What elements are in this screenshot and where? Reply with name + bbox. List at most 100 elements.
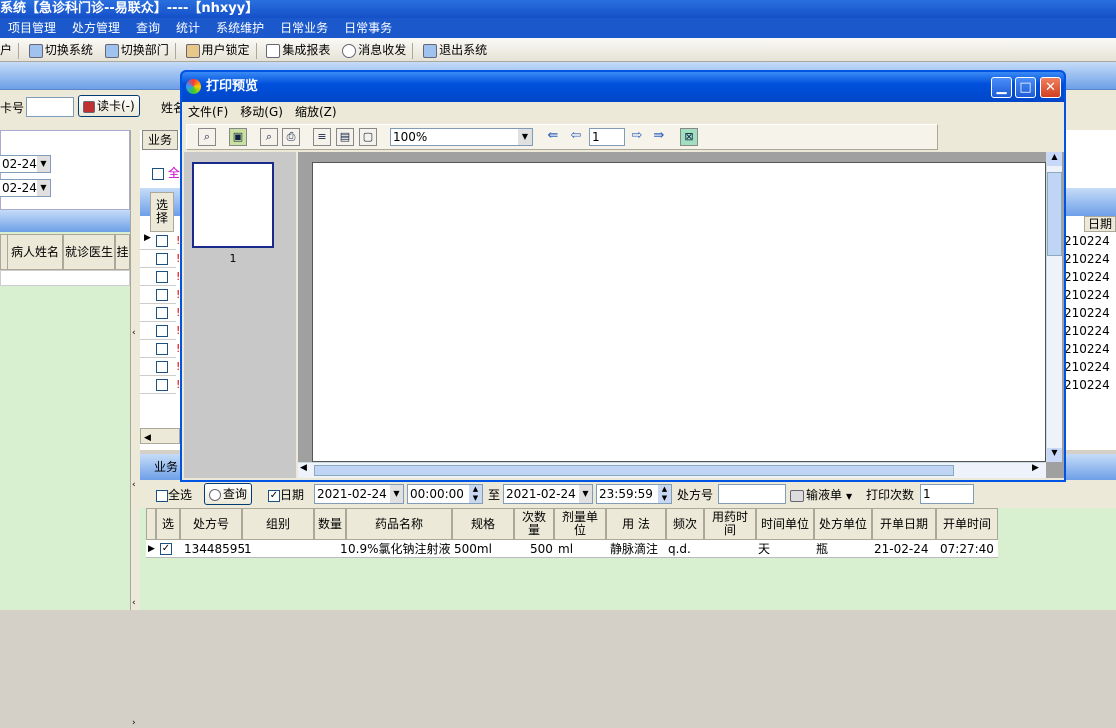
user-lock-button[interactable]: 用户锁定: [182, 38, 254, 62]
menu-item-daily-business[interactable]: 日常业务: [272, 18, 336, 38]
select-all-checkbox[interactable]: 全选: [156, 486, 192, 503]
scroll-thumb-h[interactable]: [314, 465, 954, 476]
spinner-icon[interactable]: ▲ ▼: [469, 485, 482, 503]
chevron-down-icon[interactable]: ▼: [390, 485, 403, 503]
close-button[interactable]: ✕: [1040, 77, 1061, 98]
collapse-left-icon[interactable]: ‹: [132, 328, 136, 338]
scroll-left-icon[interactable]: ◀: [300, 463, 307, 473]
header-med-time[interactable]: 用药时间: [704, 508, 756, 540]
header-register[interactable]: 挂: [115, 234, 130, 270]
time-to-input[interactable]: 23:59:59 ▲ ▼: [596, 484, 672, 504]
table-row[interactable]: [140, 340, 176, 358]
left-date-from[interactable]: 02-24 ▼: [0, 155, 51, 173]
full-page-icon[interactable]: ▢: [359, 128, 377, 146]
collapse-left-icon[interactable]: ‹: [132, 480, 136, 490]
menu-item-daily-affairs[interactable]: 日常事务: [336, 18, 400, 38]
menu-item-stats[interactable]: 统计: [168, 18, 208, 38]
row-checkbox[interactable]: [156, 379, 168, 391]
page-thumbnail[interactable]: [192, 162, 274, 248]
header-frequency[interactable]: 频次: [666, 508, 704, 540]
header-group[interactable]: 组别: [242, 508, 314, 540]
table-row[interactable]: [140, 322, 176, 340]
row-checkbox[interactable]: [156, 325, 168, 337]
minimize-button[interactable]: ▁: [991, 77, 1012, 98]
checkbox[interactable]: ✓: [268, 489, 280, 502]
print-preview-titlebar[interactable]: 打印预览 ▁ □ ✕: [182, 72, 1064, 102]
chevron-down-icon[interactable]: ▼: [518, 129, 532, 145]
card-input[interactable]: [26, 97, 74, 117]
splitter[interactable]: ‹ ‹ ‹ ›: [130, 130, 140, 728]
read-card-button[interactable]: 读卡(-): [78, 95, 140, 117]
collapse-left-icon[interactable]: ‹: [132, 598, 136, 608]
infusion-button[interactable]: 输液单 ▼: [790, 486, 852, 503]
print-count-input[interactable]: 1: [920, 484, 974, 504]
page-width-icon[interactable]: ▤: [336, 128, 354, 146]
chevron-down-icon[interactable]: ▼: [37, 156, 50, 172]
message-button[interactable]: 消息收发: [338, 38, 410, 62]
close-preview-icon[interactable]: ⊠: [680, 128, 698, 146]
chevron-down-icon[interactable]: ▼: [37, 180, 50, 196]
find-icon[interactable]: ⌕: [260, 128, 278, 146]
header-usage[interactable]: 用 法: [606, 508, 666, 540]
horizontal-scrollbar-preview[interactable]: ◀ ▶: [298, 462, 1046, 478]
header-quantity[interactable]: 数量: [314, 508, 346, 540]
table-row[interactable]: [140, 286, 176, 304]
row-checkbox[interactable]: [156, 343, 168, 355]
scroll-down-icon[interactable]: ▼: [1047, 448, 1062, 462]
chevron-down-icon[interactable]: ▼: [842, 492, 852, 501]
row-checkbox[interactable]: [156, 307, 168, 319]
prev-page-icon[interactable]: ⇦: [567, 128, 585, 146]
header-dose-count[interactable]: 次数量: [514, 508, 554, 540]
header-date[interactable]: 日期: [1084, 216, 1116, 232]
switch-department-button[interactable]: 切换部门: [101, 38, 173, 62]
next-page-icon[interactable]: ⇨: [628, 128, 646, 146]
integrated-report-button[interactable]: 集成报表: [262, 38, 334, 62]
header-doctor[interactable]: 就诊医生: [63, 234, 115, 270]
header-spec[interactable]: 规格: [452, 508, 514, 540]
header-rx-number[interactable]: 处方号: [180, 508, 242, 540]
header-select-rx[interactable]: 选: [156, 508, 180, 540]
scroll-thumb[interactable]: [1047, 172, 1062, 256]
menu-item-project[interactable]: 项目管理: [0, 18, 64, 38]
switch-system-button[interactable]: 切换系统: [25, 38, 97, 62]
row-checkbox[interactable]: [156, 361, 168, 373]
last-page-icon[interactable]: ⇛: [650, 128, 668, 146]
exit-system-button[interactable]: 退出系统: [419, 38, 491, 62]
table-row[interactable]: [140, 358, 176, 376]
table-row[interactable]: [140, 268, 176, 286]
header-drug-name[interactable]: 药品名称: [346, 508, 452, 540]
zoom-icon[interactable]: ⌕: [198, 128, 216, 146]
menu-item-system[interactable]: 系统维护: [208, 18, 272, 38]
menu-move[interactable]: 移动(G): [234, 102, 289, 122]
left-date-to[interactable]: 02-24 ▼: [0, 179, 51, 197]
vertical-scrollbar[interactable]: ▲ ▼: [1046, 152, 1062, 462]
date-checkbox[interactable]: ✓ 日期: [268, 486, 304, 503]
header-dose-unit[interactable]: 剂量单位: [554, 508, 606, 540]
header-select[interactable]: 选择: [150, 192, 174, 232]
row-checkbox[interactable]: [156, 271, 168, 283]
table-row[interactable]: [140, 304, 176, 322]
menu-item-query[interactable]: 查询: [128, 18, 168, 38]
header-time-unit[interactable]: 时间单位: [756, 508, 814, 540]
menu-file[interactable]: 文件(F): [182, 102, 234, 122]
spinner-icon[interactable]: ▲ ▼: [658, 485, 671, 503]
header-rx-unit[interactable]: 处方单位: [814, 508, 872, 540]
save-icon[interactable]: ▣: [229, 128, 247, 146]
scroll-right-icon[interactable]: ▶: [1032, 463, 1039, 473]
select-all-partial[interactable]: 全: [152, 164, 180, 181]
row-checkbox[interactable]: ✓: [160, 543, 172, 555]
single-page-icon[interactable]: ≡: [313, 128, 331, 146]
menu-zoom[interactable]: 缩放(Z): [289, 102, 343, 122]
collapse-right-icon[interactable]: ›: [132, 718, 136, 728]
row-checkbox[interactable]: [156, 235, 168, 247]
scroll-up-icon[interactable]: ▲: [1047, 152, 1062, 166]
date-to-picker[interactable]: 2021-02-24 ▼: [503, 484, 593, 504]
header-order-date[interactable]: 开单日期: [872, 508, 936, 540]
scroll-left-icon[interactable]: ◀: [141, 433, 151, 443]
first-page-icon[interactable]: ⇚: [544, 128, 562, 146]
query-button[interactable]: 查询: [204, 483, 253, 505]
table-row[interactable]: ▶ ✓ 13448595 1 1 0.9%氯化钠注射液 500ml 500 ml…: [146, 540, 998, 558]
header-patient-name[interactable]: 病人姓名: [7, 234, 63, 270]
chevron-down-icon[interactable]: ▼: [579, 485, 592, 503]
row-checkbox[interactable]: [156, 289, 168, 301]
